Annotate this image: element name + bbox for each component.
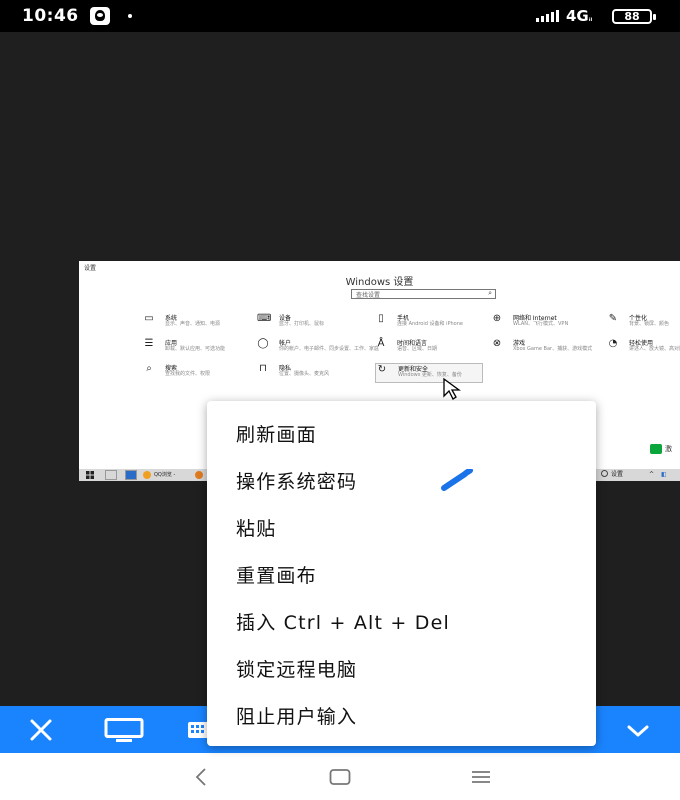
brush-icon: ✎ [608,313,618,324]
taskbar-app-qq-browser[interactable]: QQ浏览 - [143,470,175,480]
settings-tile-description: Xbox Game Bar、捕获、游戏模式 [513,346,593,352]
menu-item-paste[interactable]: 粘贴 [207,504,596,551]
settings-tile-gaming[interactable]: ⊗ 游戏 Xbox Game Bar、捕获、游戏模式 [491,338,599,358]
settings-tile-description: 显示、声音、通知、电源 [165,321,221,327]
laptop-icon: ▭ [144,313,154,324]
browser-icon [195,471,203,479]
task-view-icon[interactable] [105,470,117,480]
context-menu: 刷新画面 操作系统密码 粘贴 重置画布 插入 Ctrl + Alt + Del … [207,401,596,746]
search-icon: ⌕ [488,289,492,297]
keyboard-icon: ⌨ [257,313,272,324]
menu-item-label: 插入 Ctrl + Alt + Del [236,612,450,634]
battery-level: 88 [624,10,640,23]
wechat-icon [650,444,662,454]
settings-tile-description: 位置、摄像头、麦克风 [279,371,330,377]
signal-strength-icon [536,10,560,22]
network-type-label: 4Gᵢₗ [566,7,593,25]
clock-language-icon: Å [377,338,385,349]
xbox-icon: ⊗ [492,338,502,349]
status-bar: 10:46 4Gᵢₗ 88 [0,0,680,32]
qq-notification-icon [90,7,110,25]
monitor-icon[interactable] [104,718,144,742]
settings-tile-apps[interactable]: ☰ 应用 卸载、默认应用、可选功能 [143,338,251,358]
taskbar-settings-app[interactable]: 设置 [601,470,623,480]
settings-tile-description: 卸载、默认应用、可选功能 [165,346,226,352]
person-icon: ◯ [257,338,269,349]
settings-tile-description: 语音、区域、日期 [397,346,438,352]
search-icon: ⌕ [146,363,152,374]
back-icon[interactable] [193,766,209,788]
settings-tile-accounts[interactable]: ◯ 帐户 你的帐户、电子邮件、同步设置、工作、家庭 [257,338,379,358]
settings-tile-description: 背景、锁屏、颜色 [629,321,670,327]
ease-of-access-icon: ◔ [608,338,618,349]
windows-settings-title: Windows 设置 [345,277,414,288]
settings-tile-description: 讲述人、放大镜、高对比度 [629,346,680,352]
menu-item-label: 操作系统密码 [236,471,358,493]
taskbar-app-icon[interactable] [125,470,137,480]
chevron-down-icon[interactable] [626,724,650,738]
tray-chevron-icon[interactable]: ^ [649,470,654,480]
menu-item-label: 阻止用户输入 [236,706,358,728]
windows-settings-search[interactable]: 查找设置 ⌕ [351,289,496,299]
menu-item-ctrl-alt-del[interactable]: 插入 Ctrl + Alt + Del [207,598,596,645]
search-placeholder: 查找设置 [356,292,381,299]
taskbar-app-second[interactable] [195,470,206,480]
mouse-cursor-icon [443,377,461,400]
battery-icon: 88 [612,9,656,24]
status-time: 10:46 [22,6,79,26]
settings-tile-description: 查找我的文件、权限 [165,371,211,377]
menu-item-lock-remote[interactable]: 锁定远程电脑 [207,645,596,692]
settings-tile-phone[interactable]: ▯ 手机 连接 Android 设备和 iPhone [375,313,483,333]
settings-tile-description: 你的帐户、电子邮件、同步设置、工作、家庭 [279,346,380,352]
menu-item-block-input[interactable]: 阻止用户输入 [207,692,596,739]
menu-item-os-password[interactable]: 操作系统密码 [207,457,596,504]
home-icon[interactable] [328,767,352,787]
settings-tile-update[interactable]: ↻ 更新和安全 Windows 更新、恢复、备份 [375,363,483,383]
settings-tile-devices[interactable]: ⌨ 设备 蓝牙、打印机、鼠标 [257,313,365,333]
pencil-icon[interactable] [439,469,473,493]
globe-icon: ⊕ [492,313,502,324]
settings-tile-system[interactable]: ▭ 系统 显示、声音、通知、电源 [143,313,251,333]
close-icon[interactable] [28,718,54,742]
menu-item-label: 粘贴 [236,518,277,540]
lock-icon: ⊓ [259,363,267,374]
settings-tile-privacy[interactable]: ⊓ 隐私 位置、摄像头、麦克风 [257,363,365,383]
phone-icon: ▯ [378,313,384,324]
settings-tile-network[interactable]: ⊕ 网络和 Internet WLAN、飞行模式、VPN [491,313,599,333]
menu-item-refresh[interactable]: 刷新画面 [207,410,596,457]
settings-tile-time[interactable]: Å 时间和语言 语音、区域、日期 [375,338,483,358]
apps-list-icon: ☰ [144,338,154,349]
settings-tile-description: WLAN、飞行模式、VPN [513,321,569,327]
settings-tile-ease[interactable]: ◔轻松使用讲述人、放大镜、高对比度 [607,338,680,358]
settings-tile-personalization[interactable]: ✎ 个性化 背景、锁屏、颜色 [607,313,680,333]
settings-tile-description: 蓝牙、打印机、鼠标 [279,321,325,327]
gear-icon [601,470,608,477]
windows-start-icon[interactable] [86,471,94,479]
window-caption: 设置 [84,265,97,272]
menu-item-label: 重置画布 [236,565,317,587]
menu-item-label: 锁定远程电脑 [236,659,358,681]
qq-browser-icon [143,471,151,479]
settings-tile-description: 连接 Android 设备和 iPhone [397,321,463,327]
tray-app-icon[interactable]: ◧ [661,470,667,480]
activate-windows-badge: 激 [650,444,680,456]
sync-icon: ↻ [377,364,387,375]
notification-dot-icon [128,14,132,18]
menu-item-reset-canvas[interactable]: 重置画布 [207,551,596,598]
settings-tile-search[interactable]: ⌕ 搜索 查找我的文件、权限 [143,363,251,383]
menu-icon[interactable] [470,768,492,786]
system-navigation-bar [0,753,680,800]
menu-item-label: 刷新画面 [236,424,317,446]
